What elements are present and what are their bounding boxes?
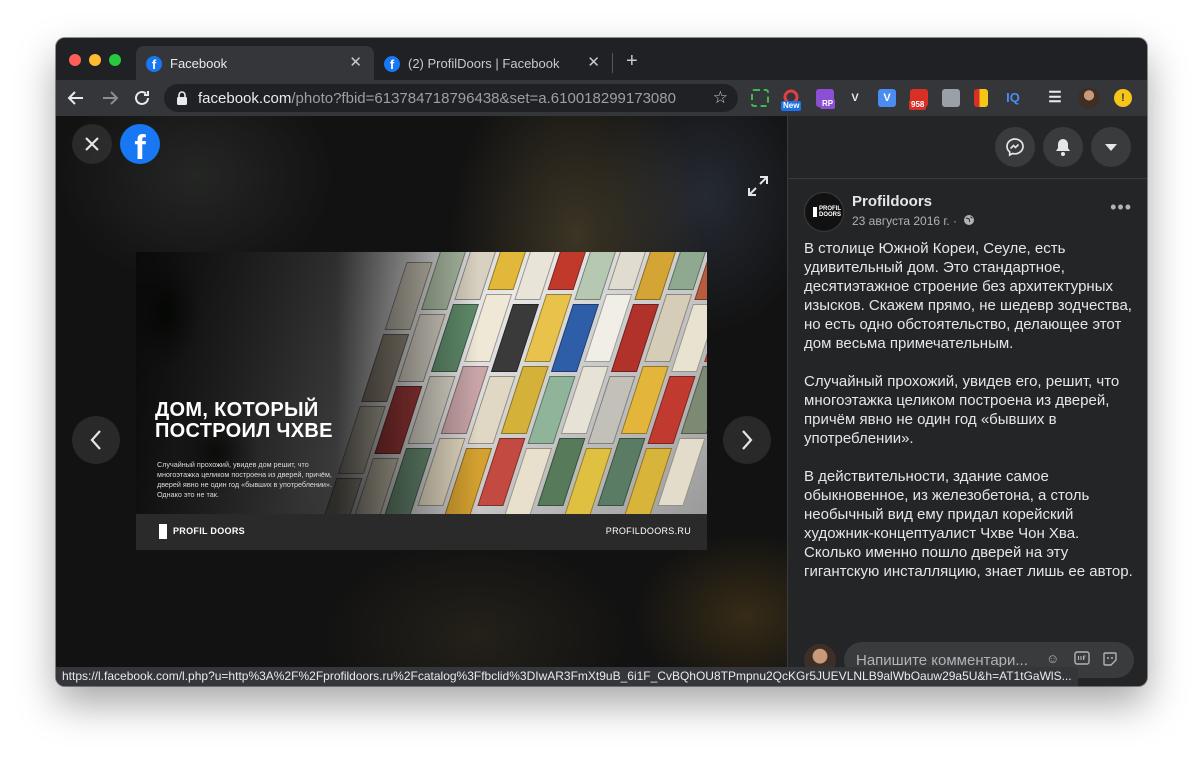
address-bar[interactable]: facebook.com/photo?fbid=613784718796438&… bbox=[164, 84, 738, 112]
reload-button[interactable] bbox=[130, 86, 154, 110]
green-dashed-extension-icon[interactable] bbox=[751, 89, 769, 107]
flag-extension-icon[interactable] bbox=[974, 89, 988, 107]
photo-viewer: f ДОМ, КОТОРЫЙ ПОСТРОИЛ ЧХВЕ Случайный п… bbox=[56, 116, 787, 686]
post-panel: PROFIL DOORS Profildoors 23 августа 2016… bbox=[787, 116, 1147, 686]
maximize-window-button[interactable] bbox=[109, 54, 121, 66]
reading-list-icon[interactable]: ☰ bbox=[1046, 89, 1064, 107]
photo-brand-site: PROFILDOORS.RU bbox=[605, 526, 691, 536]
status-url: https://l.facebook.com/l.php?u=http%3A%2… bbox=[62, 669, 1072, 683]
iq-extension-icon[interactable]: IQ bbox=[1004, 89, 1022, 107]
notifications-button[interactable] bbox=[1043, 127, 1083, 167]
author-avatar[interactable]: PROFIL DOORS bbox=[804, 192, 844, 232]
globe-icon bbox=[964, 215, 975, 225]
close-window-button[interactable] bbox=[69, 54, 81, 66]
post-paragraph: В столице Южной Кореи, Сеуле, есть удиви… bbox=[804, 240, 1132, 352]
chevron-left-icon bbox=[90, 430, 101, 450]
account-menu-button[interactable] bbox=[1091, 127, 1131, 167]
post-paragraph: Случайный прохожий, увидев его, решит, ч… bbox=[804, 373, 1120, 447]
post-photo[interactable]: ДОМ, КОТОРЫЙ ПОСТРОИЛ ЧХВЕ Случайный про… bbox=[136, 252, 707, 550]
url-path: /photo?fbid=613784718796438&set=a.610018… bbox=[291, 90, 676, 107]
bell-icon bbox=[1056, 139, 1070, 156]
close-tab-icon[interactable]: ✕ bbox=[349, 54, 362, 72]
fullscreen-button[interactable] bbox=[746, 174, 770, 203]
sticker-icon[interactable] bbox=[1102, 651, 1118, 671]
new-tab-button[interactable]: + bbox=[626, 50, 638, 72]
sticker-glyph-icon bbox=[1103, 652, 1117, 666]
previous-photo-button[interactable] bbox=[72, 416, 120, 464]
photo-footer-bar: PROFIL DOORS PROFILDOORS.RU bbox=[136, 514, 707, 550]
facebook-logo-icon[interactable]: f bbox=[120, 124, 160, 164]
post-options-button[interactable]: ••• bbox=[1110, 198, 1132, 216]
close-icon bbox=[85, 137, 99, 151]
link-status-bar: https://l.facebook.com/l.php?u=http%3A%2… bbox=[56, 667, 1078, 686]
panel-header bbox=[788, 116, 1147, 179]
photo-headline: ДОМ, КОТОРЫЙ ПОСТРОИЛ ЧХВЕ bbox=[155, 399, 333, 442]
tab-title: Facebook bbox=[170, 56, 228, 71]
tab-strip: f Facebook ✕ f (2) ProfilDoors | Faceboo… bbox=[56, 38, 1147, 80]
rp-extension-icon[interactable]: RP bbox=[816, 89, 836, 109]
bookmark-star-icon[interactable]: ☆ bbox=[713, 88, 728, 108]
photo-brand-name: PROFIL DOORS bbox=[173, 526, 245, 536]
forward-button[interactable] bbox=[98, 86, 122, 110]
profile-avatar[interactable] bbox=[1078, 87, 1100, 109]
next-photo-button[interactable] bbox=[723, 416, 771, 464]
post-date[interactable]: 23 августа 2016 г. · bbox=[852, 214, 975, 228]
post-paragraph: В действительности, здание самое обыкнов… bbox=[804, 468, 1133, 580]
facebook-favicon-icon: f bbox=[146, 56, 162, 72]
browser-window: f Facebook ✕ f (2) ProfilDoors | Faceboo… bbox=[56, 38, 1147, 686]
mail-count-badge: 958 bbox=[909, 100, 927, 110]
gif-glyph-icon bbox=[1074, 651, 1090, 665]
post-author[interactable]: Profildoors bbox=[852, 193, 932, 210]
chevron-right-icon bbox=[742, 430, 753, 450]
v-extension-icon[interactable]: V bbox=[846, 89, 864, 107]
photo-subtext: Случайный прохожий, увидев дом решит, чт… bbox=[157, 460, 332, 499]
reload-icon bbox=[135, 90, 149, 105]
close-tab-icon[interactable]: ✕ bbox=[587, 54, 600, 72]
emoji-icon[interactable]: ☺ bbox=[1046, 651, 1059, 667]
browser-toolbar: facebook.com/photo?fbid=613784718796438&… bbox=[56, 80, 1147, 116]
v-blue-extension-icon[interactable]: V bbox=[878, 89, 896, 107]
tab-facebook[interactable]: f Facebook ✕ bbox=[136, 46, 374, 80]
messenger-icon bbox=[1006, 138, 1024, 157]
url-host: facebook.com bbox=[198, 90, 292, 107]
expand-icon bbox=[748, 176, 768, 196]
url-text: facebook.com/photo?fbid=613784718796438&… bbox=[198, 90, 676, 107]
profil-doors-logo-icon bbox=[813, 207, 817, 217]
messenger-button[interactable] bbox=[995, 127, 1035, 167]
forward-arrow-icon bbox=[103, 91, 119, 105]
profil-doors-logo-icon bbox=[159, 524, 167, 539]
tab-separator bbox=[612, 53, 613, 73]
caret-down-icon bbox=[1105, 144, 1117, 151]
lock-icon bbox=[177, 91, 187, 105]
new-badge: New bbox=[781, 101, 802, 111]
tab-profildoors[interactable]: f (2) ProfilDoors | Facebook ✕ bbox=[374, 46, 612, 80]
mail-extension-icon[interactable]: 958 bbox=[909, 89, 928, 110]
briefcase-extension-icon[interactable] bbox=[942, 89, 960, 107]
close-viewer-button[interactable] bbox=[72, 124, 112, 164]
post-date-text: 23 августа 2016 г. · bbox=[852, 214, 957, 228]
back-button[interactable] bbox=[64, 86, 88, 110]
update-warning-icon[interactable]: ! bbox=[1114, 89, 1132, 107]
rp-badge: RP bbox=[820, 99, 836, 109]
back-arrow-icon bbox=[67, 91, 83, 105]
post-text: В столице Южной Кореи, Сеуле, есть удиви… bbox=[804, 239, 1139, 600]
ring-extension-icon[interactable]: New bbox=[781, 89, 802, 111]
tab-title: (2) ProfilDoors | Facebook bbox=[408, 56, 560, 71]
minimize-window-button[interactable] bbox=[89, 54, 101, 66]
avatar-brand-text: PROFIL DOORS bbox=[819, 206, 842, 218]
facebook-favicon-icon: f bbox=[384, 56, 400, 72]
gif-icon[interactable] bbox=[1074, 651, 1090, 669]
